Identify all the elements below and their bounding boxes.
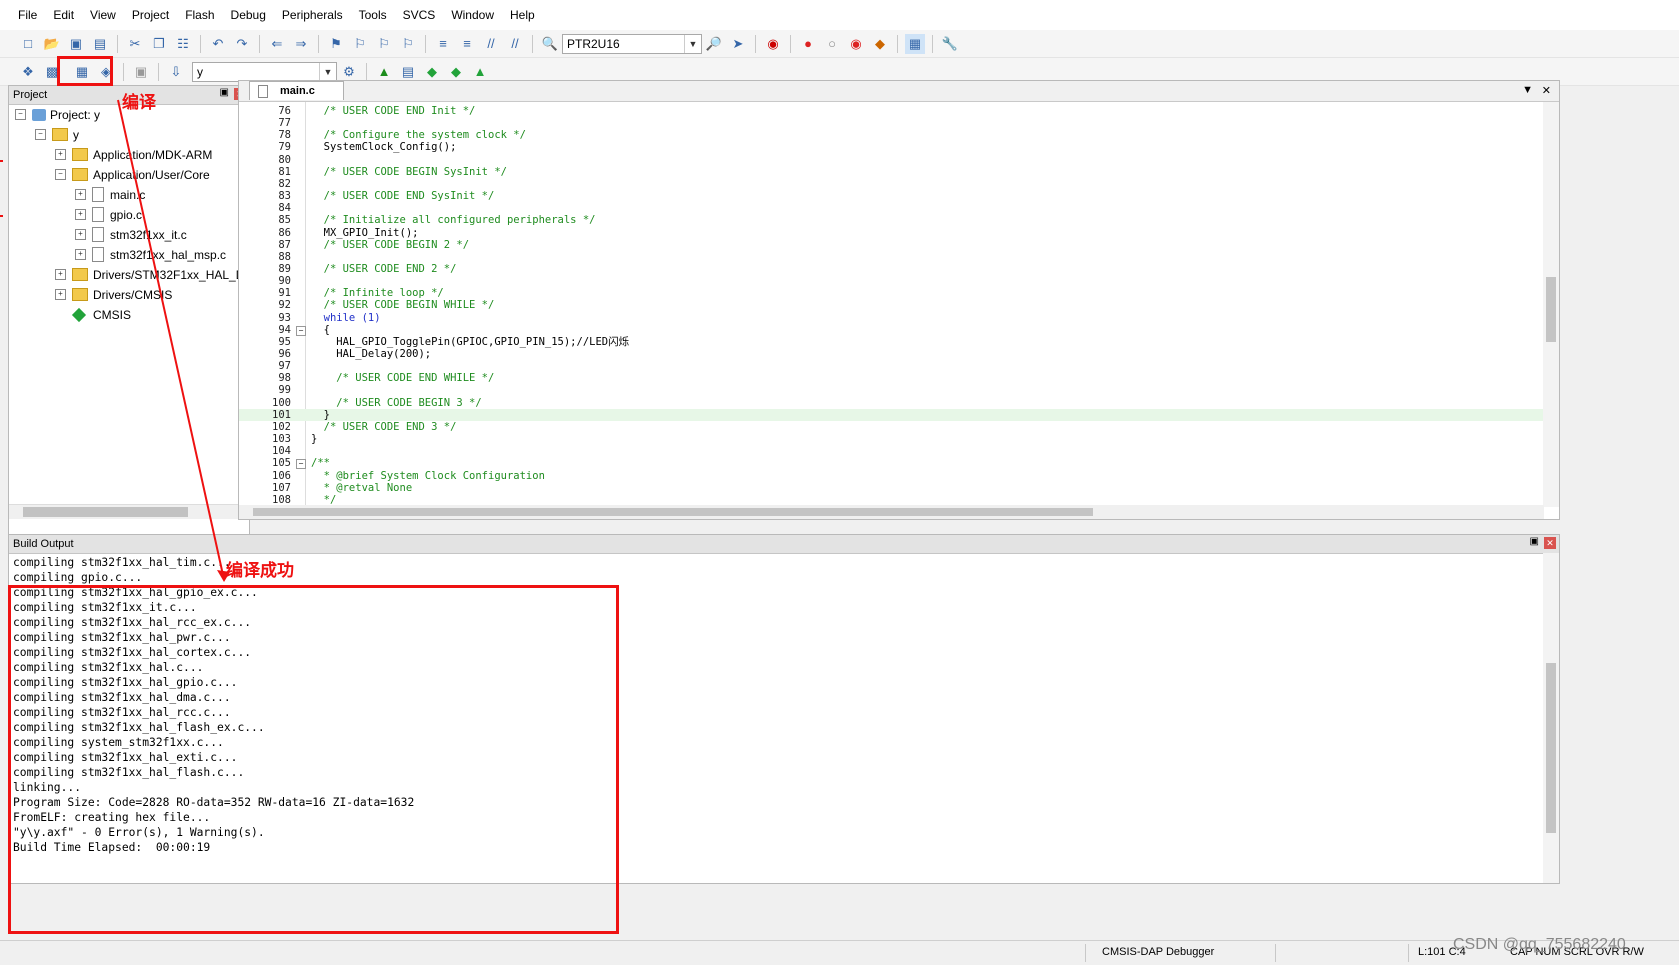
- watermark-text: CSDN @qq_755682240: [1453, 936, 1626, 953]
- build-result-highlight-box: [8, 585, 619, 934]
- annotation-success: 编译成功: [226, 561, 294, 581]
